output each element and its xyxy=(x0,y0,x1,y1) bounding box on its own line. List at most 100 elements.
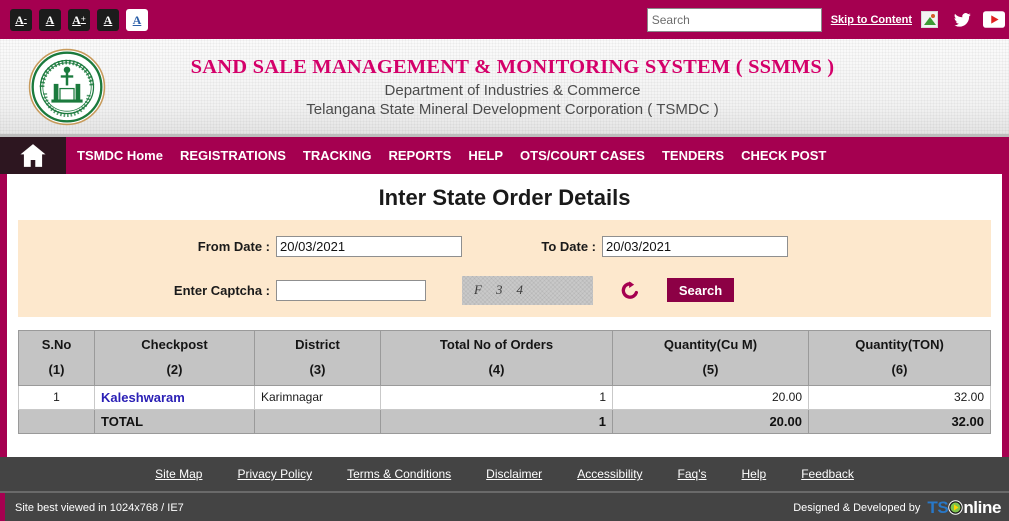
skip-to-content-link[interactable]: Skip to Content xyxy=(831,14,912,26)
high-contrast-button[interactable]: A xyxy=(97,8,119,31)
search-input[interactable] xyxy=(646,7,822,32)
nav-item-list: TSMDC Home REGISTRATIONS TRACKING REPORT… xyxy=(66,137,826,174)
font-normal-label: A xyxy=(45,12,55,27)
captcha-input[interactable] xyxy=(276,279,426,301)
nav-item-ots-court-cases[interactable]: OTS/COURT CASES xyxy=(520,148,645,163)
checkpost-link[interactable]: Kaleshwaram xyxy=(101,390,185,405)
topbar-right-group: Skip to Content xyxy=(646,0,1005,39)
footer-link-privacy-policy[interactable]: Privacy Policy xyxy=(237,467,312,481)
tsonline-logo-online: nline xyxy=(963,497,1001,517)
captcha-image: F 3 4 xyxy=(462,275,593,305)
play-circle-icon xyxy=(948,500,964,515)
page-root: A- A A+ A A Skip to Content xyxy=(0,0,1009,521)
to-date-input[interactable] xyxy=(602,235,788,257)
table-body: 1 Kaleshwaram Karimnagar 1 20.00 32.00 T… xyxy=(18,384,991,434)
table-row: 1 Kaleshwaram Karimnagar 1 20.00 32.00 xyxy=(18,384,991,410)
nav-item-registrations[interactable]: REGISTRATIONS xyxy=(180,148,286,163)
cell-district: Karimnagar xyxy=(254,384,381,410)
search-filter-panel: From Date : To Date : Enter Captcha : F … xyxy=(18,220,991,317)
nav-item-help[interactable]: HELP xyxy=(468,148,503,163)
footer-link-terms-conditions[interactable]: Terms & Conditions xyxy=(347,467,451,481)
cell-checkpost: Kaleshwaram xyxy=(94,384,255,410)
column-num-district: (3) xyxy=(309,362,326,378)
column-label-quantity-ton: Quantity(TON) xyxy=(855,337,944,352)
font-size-controls: A- A A + A A xyxy=(10,8,148,31)
header-title-block: SAND SALE MANAGEMENT & MONITORING SYSTEM… xyxy=(106,56,919,118)
normal-contrast-button[interactable]: A xyxy=(126,8,148,31)
tsonline-logo[interactable]: TS nline xyxy=(927,498,1001,518)
table-total-row: TOTAL 1 20.00 32.00 xyxy=(18,408,991,434)
results-table: S.No (1) Checkpost (2) District (3) Tota… xyxy=(18,330,991,434)
footer-link-site-map[interactable]: Site Map xyxy=(155,467,202,481)
footer-link-disclaimer[interactable]: Disclaimer xyxy=(486,467,542,481)
nav-item-reports[interactable]: REPORTS xyxy=(389,148,452,163)
footer-link-bar: Site Map Privacy Policy Terms & Conditio… xyxy=(0,457,1009,493)
footer-link-faqs[interactable]: Faq's xyxy=(678,467,707,481)
to-date-label: To Date : xyxy=(541,238,596,254)
from-date-input[interactable] xyxy=(276,235,462,257)
developer-credit: Designed & Developed by TS nline xyxy=(793,498,1001,518)
nav-item-tenders[interactable]: TENDERS xyxy=(662,148,724,163)
normal-contrast-label: A xyxy=(132,12,142,27)
page-title: Inter State Order Details xyxy=(378,185,631,210)
font-decrease-button[interactable]: A- xyxy=(10,8,32,31)
telangana-emblem-logo xyxy=(28,48,106,126)
site-title: SAND SALE MANAGEMENT & MONITORING SYSTEM… xyxy=(190,55,835,78)
site-header: SAND SALE MANAGEMENT & MONITORING SYSTEM… xyxy=(0,39,1009,137)
font-decrease-label: A xyxy=(15,12,24,27)
nav-item-tracking[interactable]: TRACKING xyxy=(303,148,372,163)
column-num-sno: (1) xyxy=(48,362,65,378)
cell-total-orders: 1 xyxy=(380,384,613,410)
home-icon[interactable] xyxy=(0,137,66,174)
best-viewed-text: Site best viewed in 1024x768 / IE7 xyxy=(15,501,184,514)
column-header-quantity-cum: Quantity(Cu M) (5) xyxy=(612,330,809,386)
column-num-checkpost: (2) xyxy=(166,362,183,378)
total-orders: 1 xyxy=(380,408,613,434)
footer-link-feedback[interactable]: Feedback xyxy=(801,467,854,481)
total-cell-blank xyxy=(18,408,95,434)
column-num-quantity-ton: (6) xyxy=(891,362,908,378)
captcha-label: Enter Captcha : xyxy=(173,282,270,298)
column-label-total-orders: Total No of Orders xyxy=(439,337,554,352)
column-label-checkpost: Checkpost xyxy=(141,337,208,352)
font-normal-button[interactable]: A xyxy=(39,8,61,31)
column-label-sno: S.No xyxy=(41,337,72,352)
table-head: S.No (1) Checkpost (2) District (3) Tota… xyxy=(18,330,991,386)
font-increase-suffix: + xyxy=(80,14,86,24)
column-header-district: District (3) xyxy=(254,330,381,386)
nav-item-tsmdc-home[interactable]: TSMDC Home xyxy=(77,148,163,163)
font-decrease-suffix: - xyxy=(23,14,27,24)
footer-bottom-bar: Site best viewed in 1024x768 / IE7 Desig… xyxy=(0,493,1009,521)
page-body: Inter State Order Details From Date : To… xyxy=(0,174,1009,457)
font-increase-button[interactable]: A + xyxy=(68,8,90,31)
accessibility-toolbar: A- A A+ A A Skip to Content xyxy=(0,0,1009,39)
facebook-icon[interactable] xyxy=(921,10,943,29)
main-navigation: TSMDC Home REGISTRATIONS TRACKING REPORT… xyxy=(0,137,1009,174)
column-label-district: District xyxy=(295,337,340,352)
footer-link-help[interactable]: Help xyxy=(742,467,767,481)
captcha-char-3: 4 xyxy=(516,282,523,297)
column-header-sno: S.No (1) xyxy=(18,330,95,386)
developed-by-label: Designed & Developed by xyxy=(793,501,921,514)
search-button[interactable]: Search xyxy=(667,278,734,302)
captcha-char-1: F xyxy=(474,282,482,297)
date-range-row: From Date : To Date : xyxy=(18,231,991,261)
twitter-icon[interactable] xyxy=(952,10,974,29)
column-header-total-orders: Total No of Orders (4) xyxy=(380,330,613,386)
high-contrast-label: A xyxy=(103,12,113,27)
cell-sno: 1 xyxy=(18,384,95,410)
nav-item-check-post[interactable]: CHECK POST xyxy=(741,148,826,163)
youtube-icon[interactable] xyxy=(983,10,1005,29)
from-date-label: From Date : xyxy=(197,238,270,254)
cell-quantity-cum: 20.00 xyxy=(612,384,809,410)
broken-image-icon xyxy=(921,11,938,28)
total-quantity-cum: 20.00 xyxy=(612,408,809,434)
cell-quantity-ton: 32.00 xyxy=(808,384,991,410)
site-subtitle-corporation: Telangana State Mineral Development Corp… xyxy=(306,100,719,118)
column-num-total-orders: (4) xyxy=(488,362,505,378)
refresh-captcha-icon[interactable] xyxy=(620,279,640,301)
table-header-row: S.No (1) Checkpost (2) District (3) Tota… xyxy=(18,330,991,386)
footer-link-accessibility[interactable]: Accessibility xyxy=(577,467,642,481)
font-increase-label: A xyxy=(72,12,81,27)
site-subtitle-department: Department of Industries & Commerce xyxy=(384,81,641,99)
